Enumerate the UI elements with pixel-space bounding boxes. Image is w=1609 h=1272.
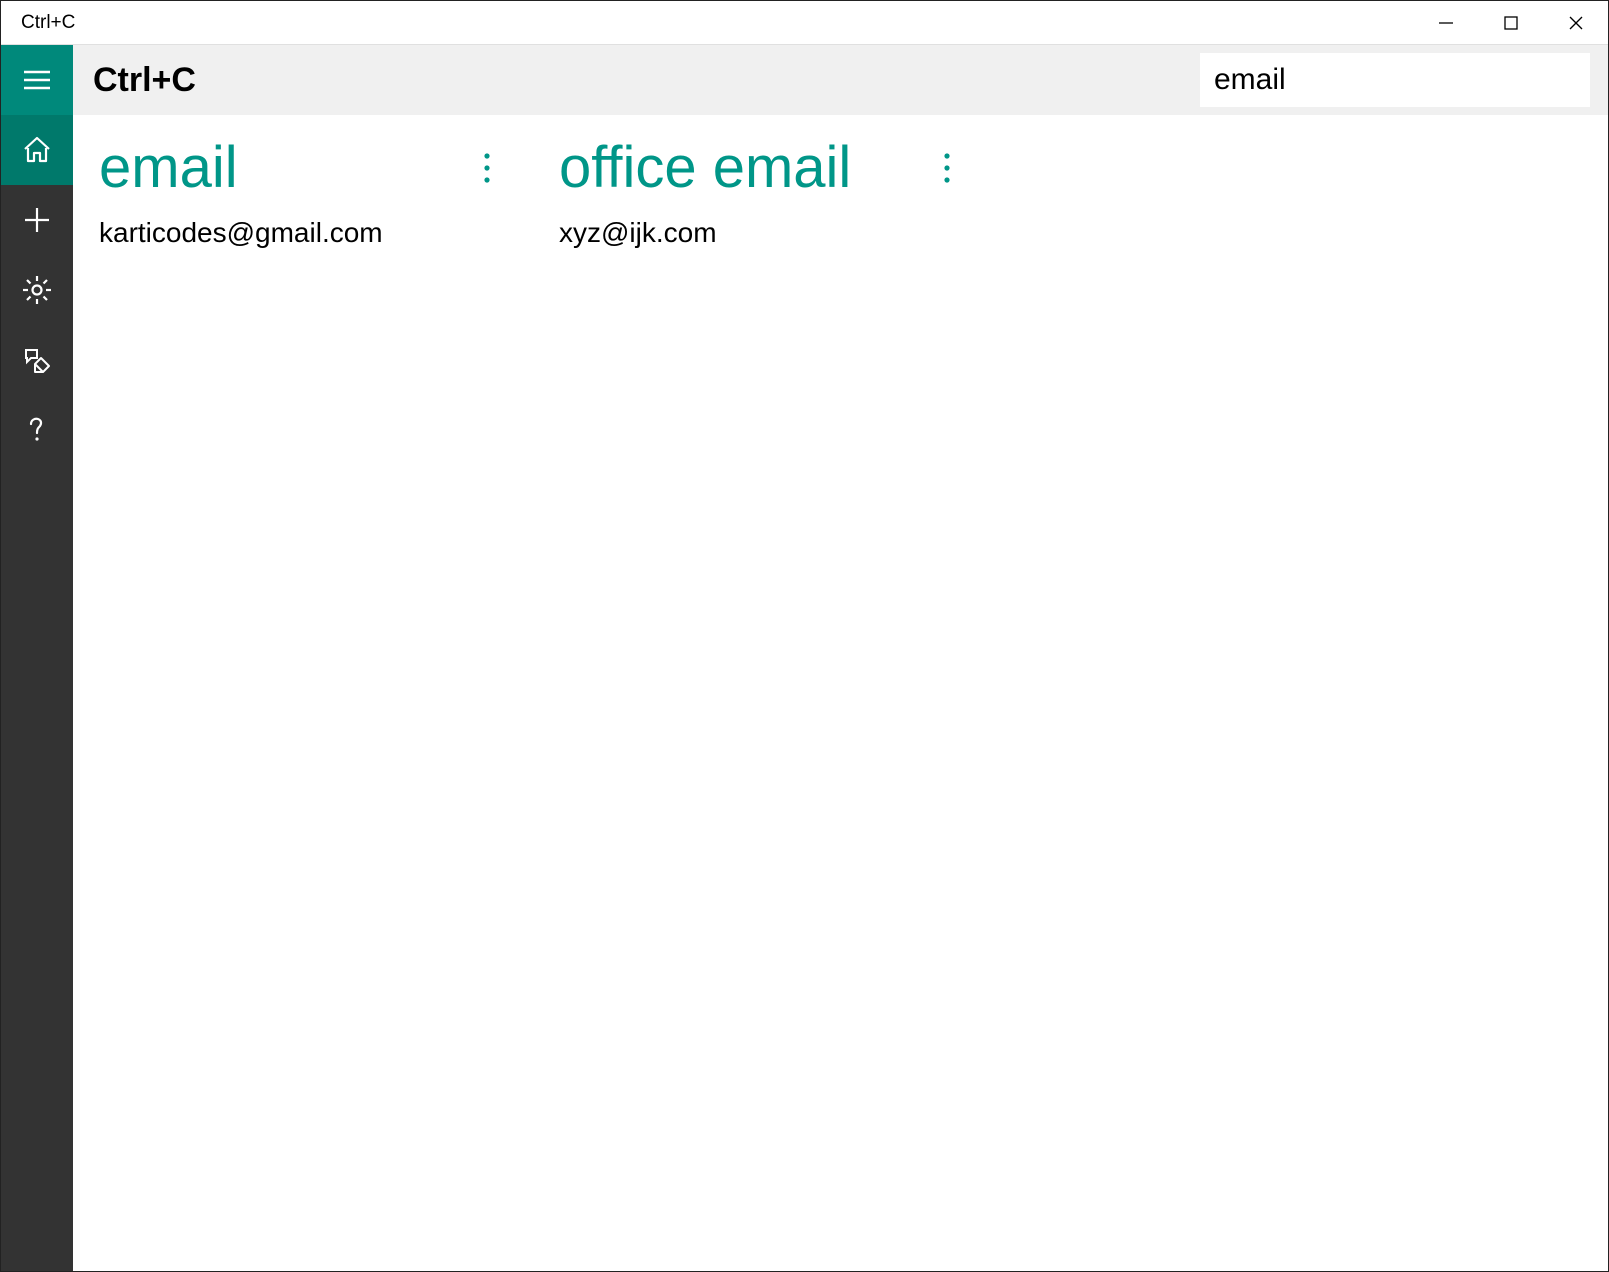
card-more-button[interactable]	[935, 146, 959, 190]
main-area: Ctrl+C email karticodes@gmail.com office e…	[73, 45, 1608, 1271]
maximize-button[interactable]	[1478, 1, 1543, 44]
sidebar-hamburger[interactable]	[1, 45, 73, 115]
minimize-icon	[1438, 15, 1454, 31]
minimize-button[interactable]	[1413, 1, 1478, 44]
sidebar-home[interactable]	[1, 115, 73, 185]
entry-card[interactable]: office email xyz@ijk.com	[559, 139, 959, 249]
maximize-icon	[1503, 15, 1519, 31]
hamburger-icon	[21, 64, 53, 96]
close-button[interactable]	[1543, 1, 1608, 44]
close-icon	[1568, 15, 1584, 31]
topbar: Ctrl+C	[73, 45, 1608, 115]
sidebar	[1, 45, 73, 1271]
sidebar-settings[interactable]	[1, 255, 73, 325]
window-title: Ctrl+C	[1, 12, 75, 34]
sidebar-feedback[interactable]	[1, 325, 73, 395]
gear-icon	[21, 274, 53, 306]
page-title: Ctrl+C	[93, 61, 196, 100]
card-header: office email	[559, 139, 959, 197]
window-titlebar: Ctrl+C	[1, 1, 1608, 45]
card-title: office email	[559, 139, 851, 197]
feedback-icon	[21, 344, 53, 376]
card-detail: karticodes@gmail.com	[99, 217, 499, 249]
plus-icon	[21, 204, 53, 236]
sidebar-help[interactable]	[1, 395, 73, 465]
card-title: email	[99, 139, 238, 197]
card-more-button[interactable]	[475, 146, 499, 190]
search-box[interactable]	[1200, 53, 1590, 107]
cards-container: email karticodes@gmail.com office email xyz…	[73, 115, 1608, 1271]
card-detail: xyz@ijk.com	[559, 217, 959, 249]
home-icon	[21, 134, 53, 166]
entry-card[interactable]: email karticodes@gmail.com	[99, 139, 499, 249]
card-header: email	[99, 139, 499, 197]
window-controls	[1413, 1, 1608, 44]
help-icon	[21, 414, 53, 446]
more-vertical-icon	[483, 151, 491, 185]
sidebar-add[interactable]	[1, 185, 73, 255]
more-vertical-icon	[943, 151, 951, 185]
search-input[interactable]	[1214, 63, 1600, 97]
